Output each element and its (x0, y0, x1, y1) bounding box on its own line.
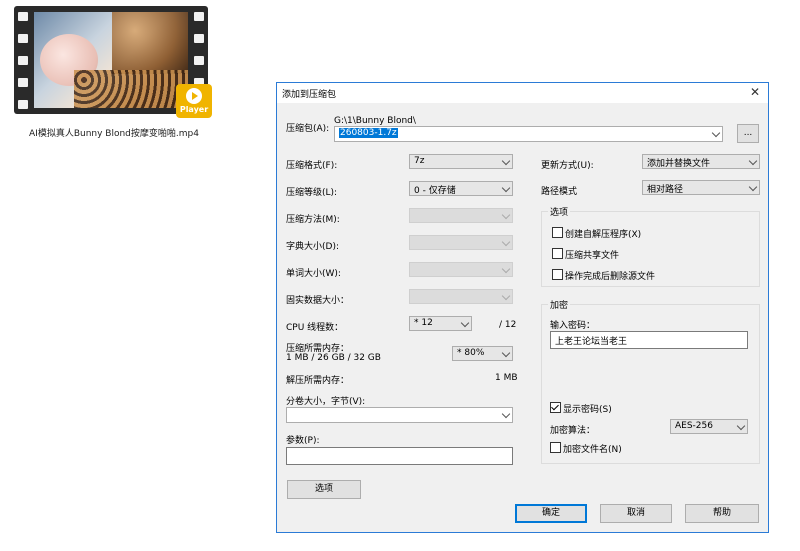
method-label: 压缩方法(M): (286, 215, 340, 225)
chevron-down-icon (501, 348, 511, 358)
browse-button[interactable]: ... (737, 124, 759, 143)
archive-path: G:\1\Bunny Blond\ (334, 116, 416, 126)
archive-filename-combo[interactable]: 260803-1.7z (334, 126, 723, 142)
checkbox-checked-icon (550, 402, 561, 413)
delete-label: 操作完成后删除源文件 (565, 272, 656, 282)
params-input[interactable] (286, 447, 513, 465)
sfx-label: 创建自解压程序(X) (565, 230, 642, 240)
player-badge-icon: Player (176, 84, 212, 118)
chevron-down-icon (501, 156, 511, 166)
solid-label: 固实数据大小： (286, 296, 350, 306)
level-value: 0 - 仅存储 (414, 186, 456, 196)
update-select[interactable]: 添加并替换文件 (642, 154, 760, 169)
options-group: 选项 创建自解压程序(X) 压缩共享文件 操作完成后删除源文件 (541, 205, 760, 287)
archive-label: 压缩包(A): (286, 124, 330, 134)
solid-select (409, 289, 513, 304)
algo-label: 加密算法： (550, 426, 596, 436)
mem-sub: 1 MB / 26 GB / 32 GB (286, 353, 381, 363)
encrypt-names-label: 加密文件名(N) (563, 445, 622, 455)
encryption-group: 加密 输入密码： 上老王论坛当老王 显示密码(S) 加密算法： AES-256 … (541, 298, 760, 464)
decomp-label: 解压所需内存： (286, 376, 350, 386)
archive-filename-value: 260803-1.7z (339, 128, 398, 138)
path-mode-value: 相对路径 (647, 185, 684, 195)
dialog-title: 添加到压缩包 (282, 90, 337, 100)
volume-combo[interactable] (286, 407, 513, 423)
chevron-down-icon (460, 318, 470, 328)
chevron-down-icon (501, 210, 511, 220)
cpu-value: * 12 (414, 318, 433, 328)
format-select[interactable]: 7z (409, 154, 513, 169)
sfx-checkbox[interactable]: 创建自解压程序(X) (552, 227, 641, 240)
options-group-title: 选项 (548, 205, 571, 218)
add-to-archive-dialog: 添加到压缩包 ✕ 压缩包(A): G:\1\Bunny Blond\ 26080… (276, 82, 769, 533)
shared-label: 压缩共享文件 (565, 251, 620, 261)
chevron-down-icon (748, 182, 758, 192)
format-value: 7z (414, 156, 425, 166)
file-name-label: AI模拟真人Bunny Blond按摩变啪啪.mp4 (29, 129, 199, 139)
word-label: 单词大小(W): (286, 269, 341, 279)
checkbox-icon (552, 248, 563, 259)
mem-value: * 80% (457, 348, 485, 358)
cpu-total: / 12 (499, 320, 517, 330)
decomp-value: 1 MB (495, 373, 518, 383)
params-label: 参数(P): (286, 436, 320, 446)
algo-select[interactable]: AES-256 (670, 419, 748, 434)
format-label: 压缩格式(F): (286, 161, 338, 171)
encrypt-names-checkbox[interactable]: 加密文件名(N) (550, 442, 622, 455)
chevron-down-icon (711, 128, 721, 138)
algo-value: AES-256 (675, 421, 713, 431)
close-icon[interactable]: ✕ (750, 85, 760, 99)
path-mode-select[interactable]: 相对路径 (642, 180, 760, 195)
password-input[interactable]: 上老王论坛当老王 (550, 331, 748, 349)
cancel-button[interactable]: 取消 (600, 504, 672, 523)
word-select (409, 262, 513, 277)
update-label: 更新方式(U): (541, 161, 594, 171)
chevron-down-icon (748, 156, 758, 166)
video-file-icon[interactable]: Player AI模拟真人Bunny Blond按摩变啪啪.mp4 (14, 6, 212, 139)
checkbox-icon (550, 442, 561, 453)
video-thumbnail-image (34, 12, 188, 108)
chevron-down-icon (501, 237, 511, 247)
update-value: 添加并替换文件 (647, 159, 711, 169)
shared-checkbox[interactable]: 压缩共享文件 (552, 248, 619, 261)
chevron-down-icon (736, 421, 746, 431)
title-bar: 添加到压缩包 ✕ (277, 83, 768, 103)
help-button[interactable]: 帮助 (685, 504, 759, 523)
chevron-down-icon (501, 183, 511, 193)
options-button[interactable]: 选项 (287, 480, 361, 499)
path-mode-label: 路径模式 (541, 187, 578, 197)
dict-select (409, 235, 513, 250)
dict-label: 字典大小(D): (286, 242, 339, 252)
volume-label: 分卷大小，字节(V): (286, 397, 366, 407)
checkbox-icon (552, 227, 563, 238)
level-select[interactable]: 0 - 仅存储 (409, 181, 513, 196)
chevron-down-icon (501, 409, 511, 419)
password-label: 输入密码： (550, 321, 596, 331)
show-password-checkbox[interactable]: 显示密码(S) (550, 402, 612, 415)
delete-checkbox[interactable]: 操作完成后删除源文件 (552, 269, 655, 282)
checkbox-icon (552, 269, 563, 280)
cpu-select[interactable]: * 12 (409, 316, 472, 331)
show-password-label: 显示密码(S) (563, 405, 612, 415)
encryption-group-title: 加密 (548, 298, 571, 311)
mem-select[interactable]: * 80% (452, 346, 513, 361)
cpu-label: CPU 线程数： (286, 323, 344, 333)
method-select (409, 208, 513, 223)
ok-button[interactable]: 确定 (515, 504, 587, 523)
level-label: 压缩等级(L): (286, 188, 338, 198)
chevron-down-icon (501, 291, 511, 301)
chevron-down-icon (501, 264, 511, 274)
